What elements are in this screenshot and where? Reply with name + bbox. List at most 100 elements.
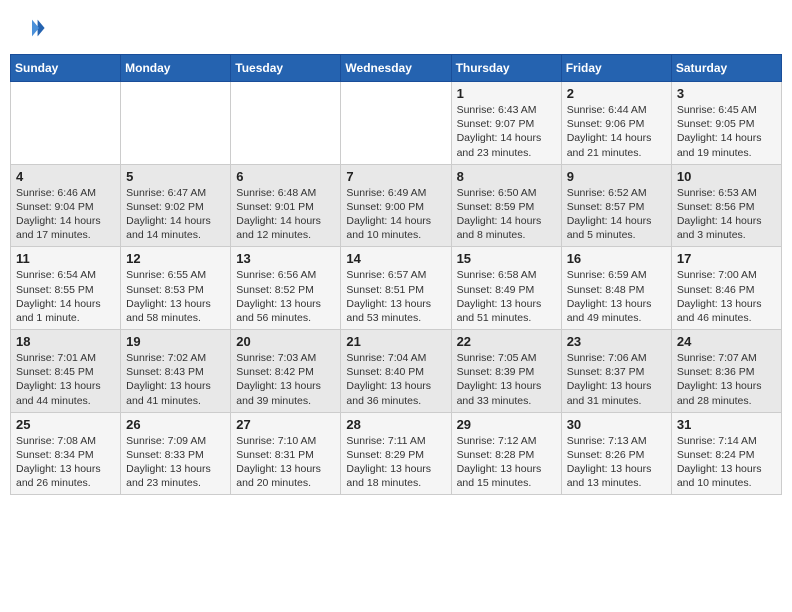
header-day: Monday bbox=[121, 55, 231, 82]
day-number: 26 bbox=[126, 417, 225, 432]
calendar-cell: 22 Sunrise: 7:05 AM Sunset: 8:39 PM Dayli… bbox=[451, 330, 561, 413]
calendar-cell: 23 Sunrise: 7:06 AM Sunset: 8:37 PM Dayli… bbox=[561, 330, 671, 413]
day-number: 1 bbox=[457, 86, 556, 101]
calendar-cell: 21Sunrise: 7:04 AM Sunset: 8:40 PM Dayli… bbox=[341, 330, 451, 413]
cell-content: Sunrise: 6:59 AM Sunset: 8:48 PM Dayligh… bbox=[567, 268, 666, 325]
cell-content: Sunrise: 7:13 AM Sunset: 8:26 PM Dayligh… bbox=[567, 434, 666, 491]
day-number: 15 bbox=[457, 251, 556, 266]
cell-content: Sunrise: 6:54 AM Sunset: 8:55 PM Dayligh… bbox=[16, 268, 115, 325]
calendar-cell: 28 Sunrise: 7:11 AM Sunset: 8:29 PM Dayli… bbox=[341, 412, 451, 495]
day-number: 27 bbox=[236, 417, 335, 432]
cell-content: Sunrise: 7:07 AM Sunset: 8:36 PM Dayligh… bbox=[677, 351, 776, 408]
cell-content: Sunrise: 6:55 AM Sunset: 8:53 PM Dayligh… bbox=[126, 268, 225, 325]
calendar-cell: 26Sunrise: 7:09 AM Sunset: 8:33 PM Dayli… bbox=[121, 412, 231, 495]
cell-content: Sunrise: 7:12 AM Sunset: 8:28 PM Dayligh… bbox=[457, 434, 556, 491]
day-number: 23 bbox=[567, 334, 666, 349]
calendar-cell: 16 Sunrise: 6:59 AM Sunset: 8:48 PM Dayli… bbox=[561, 247, 671, 330]
cell-content: Sunrise: 7:11 AM Sunset: 8:29 PM Dayligh… bbox=[346, 434, 445, 491]
cell-content: Sunrise: 6:57 AM Sunset: 8:51 PM Dayligh… bbox=[346, 268, 445, 325]
calendar-cell: 18 Sunrise: 7:01 AM Sunset: 8:45 PM Dayli… bbox=[11, 330, 121, 413]
calendar-cell: 29 Sunrise: 7:12 AM Sunset: 8:28 PM Dayli… bbox=[451, 412, 561, 495]
calendar-cell bbox=[231, 82, 341, 165]
cell-content: Sunrise: 7:02 AM Sunset: 8:43 PM Dayligh… bbox=[126, 351, 225, 408]
day-number: 6 bbox=[236, 169, 335, 184]
cell-content: Sunrise: 6:58 AM Sunset: 8:49 PM Dayligh… bbox=[457, 268, 556, 325]
logo-icon bbox=[18, 14, 46, 42]
calendar-cell: 4Sunrise: 6:46 AM Sunset: 9:04 PM Daylig… bbox=[11, 164, 121, 247]
cell-content: Sunrise: 6:52 AM Sunset: 8:57 PM Dayligh… bbox=[567, 186, 666, 243]
page-header bbox=[10, 10, 782, 46]
cell-content: Sunrise: 7:05 AM Sunset: 8:39 PM Dayligh… bbox=[457, 351, 556, 408]
calendar-week-row: 4Sunrise: 6:46 AM Sunset: 9:04 PM Daylig… bbox=[11, 164, 782, 247]
calendar-week-row: 11 Sunrise: 6:54 AM Sunset: 8:55 PM Dayli… bbox=[11, 247, 782, 330]
calendar-cell: 6 Sunrise: 6:48 AM Sunset: 9:01 PM Daylig… bbox=[231, 164, 341, 247]
header-day: Wednesday bbox=[341, 55, 451, 82]
day-number: 29 bbox=[457, 417, 556, 432]
calendar-week-row: 1Sunrise: 6:43 AM Sunset: 9:07 PM Daylig… bbox=[11, 82, 782, 165]
header-day: Tuesday bbox=[231, 55, 341, 82]
header-day: Friday bbox=[561, 55, 671, 82]
calendar-cell: 7 Sunrise: 6:49 AM Sunset: 9:00 PM Daylig… bbox=[341, 164, 451, 247]
day-number: 3 bbox=[677, 86, 776, 101]
cell-content: Sunrise: 7:00 AM Sunset: 8:46 PM Dayligh… bbox=[677, 268, 776, 325]
day-number: 19 bbox=[126, 334, 225, 349]
calendar-cell: 8Sunrise: 6:50 AM Sunset: 8:59 PM Daylig… bbox=[451, 164, 561, 247]
calendar-cell: 1Sunrise: 6:43 AM Sunset: 9:07 PM Daylig… bbox=[451, 82, 561, 165]
calendar-cell: 31Sunrise: 7:14 AM Sunset: 8:24 PM Dayli… bbox=[671, 412, 781, 495]
day-number: 14 bbox=[346, 251, 445, 266]
calendar-cell: 11 Sunrise: 6:54 AM Sunset: 8:55 PM Dayli… bbox=[11, 247, 121, 330]
day-number: 22 bbox=[457, 334, 556, 349]
day-number: 13 bbox=[236, 251, 335, 266]
cell-content: Sunrise: 7:06 AM Sunset: 8:37 PM Dayligh… bbox=[567, 351, 666, 408]
day-number: 25 bbox=[16, 417, 115, 432]
cell-content: Sunrise: 6:44 AM Sunset: 9:06 PM Dayligh… bbox=[567, 103, 666, 160]
calendar-cell: 15 Sunrise: 6:58 AM Sunset: 8:49 PM Dayli… bbox=[451, 247, 561, 330]
day-number: 24 bbox=[677, 334, 776, 349]
cell-content: Sunrise: 6:47 AM Sunset: 9:02 PM Dayligh… bbox=[126, 186, 225, 243]
calendar-cell: 25 Sunrise: 7:08 AM Sunset: 8:34 PM Dayli… bbox=[11, 412, 121, 495]
calendar-cell: 12Sunrise: 6:55 AM Sunset: 8:53 PM Dayli… bbox=[121, 247, 231, 330]
cell-content: Sunrise: 6:48 AM Sunset: 9:01 PM Dayligh… bbox=[236, 186, 335, 243]
calendar-cell bbox=[341, 82, 451, 165]
calendar-cell: 13 Sunrise: 6:56 AM Sunset: 8:52 PM Dayli… bbox=[231, 247, 341, 330]
day-number: 11 bbox=[16, 251, 115, 266]
day-number: 4 bbox=[16, 169, 115, 184]
day-number: 28 bbox=[346, 417, 445, 432]
cell-content: Sunrise: 6:45 AM Sunset: 9:05 PM Dayligh… bbox=[677, 103, 776, 160]
cell-content: Sunrise: 7:08 AM Sunset: 8:34 PM Dayligh… bbox=[16, 434, 115, 491]
calendar-week-row: 25 Sunrise: 7:08 AM Sunset: 8:34 PM Dayli… bbox=[11, 412, 782, 495]
calendar-table: SundayMondayTuesdayWednesdayThursdayFrid… bbox=[10, 54, 782, 495]
day-number: 8 bbox=[457, 169, 556, 184]
cell-content: Sunrise: 7:10 AM Sunset: 8:31 PM Dayligh… bbox=[236, 434, 335, 491]
cell-content: Sunrise: 6:49 AM Sunset: 9:00 PM Dayligh… bbox=[346, 186, 445, 243]
logo bbox=[18, 14, 48, 42]
calendar-cell: 27 Sunrise: 7:10 AM Sunset: 8:31 PM Dayli… bbox=[231, 412, 341, 495]
calendar-cell: 24 Sunrise: 7:07 AM Sunset: 8:36 PM Dayli… bbox=[671, 330, 781, 413]
calendar-cell: 3 Sunrise: 6:45 AM Sunset: 9:05 PM Daylig… bbox=[671, 82, 781, 165]
calendar-cell: 17 Sunrise: 7:00 AM Sunset: 8:46 PM Dayli… bbox=[671, 247, 781, 330]
calendar-cell: 9 Sunrise: 6:52 AM Sunset: 8:57 PM Daylig… bbox=[561, 164, 671, 247]
day-number: 17 bbox=[677, 251, 776, 266]
day-number: 18 bbox=[16, 334, 115, 349]
day-number: 2 bbox=[567, 86, 666, 101]
calendar-cell bbox=[11, 82, 121, 165]
calendar-cell: 5 Sunrise: 6:47 AM Sunset: 9:02 PM Daylig… bbox=[121, 164, 231, 247]
calendar-header: SundayMondayTuesdayWednesdayThursdayFrid… bbox=[11, 55, 782, 82]
header-day: Sunday bbox=[11, 55, 121, 82]
day-number: 5 bbox=[126, 169, 225, 184]
calendar-cell: 2 Sunrise: 6:44 AM Sunset: 9:06 PM Daylig… bbox=[561, 82, 671, 165]
calendar-cell: 10 Sunrise: 6:53 AM Sunset: 8:56 PM Dayli… bbox=[671, 164, 781, 247]
day-number: 9 bbox=[567, 169, 666, 184]
cell-content: Sunrise: 7:01 AM Sunset: 8:45 PM Dayligh… bbox=[16, 351, 115, 408]
calendar-body: 1Sunrise: 6:43 AM Sunset: 9:07 PM Daylig… bbox=[11, 82, 782, 495]
cell-content: Sunrise: 6:56 AM Sunset: 8:52 PM Dayligh… bbox=[236, 268, 335, 325]
cell-content: Sunrise: 6:53 AM Sunset: 8:56 PM Dayligh… bbox=[677, 186, 776, 243]
day-number: 10 bbox=[677, 169, 776, 184]
day-number: 16 bbox=[567, 251, 666, 266]
header-row: SundayMondayTuesdayWednesdayThursdayFrid… bbox=[11, 55, 782, 82]
calendar-cell: 30Sunrise: 7:13 AM Sunset: 8:26 PM Dayli… bbox=[561, 412, 671, 495]
day-number: 7 bbox=[346, 169, 445, 184]
calendar-cell: 19 Sunrise: 7:02 AM Sunset: 8:43 PM Dayli… bbox=[121, 330, 231, 413]
calendar-cell bbox=[121, 82, 231, 165]
day-number: 31 bbox=[677, 417, 776, 432]
